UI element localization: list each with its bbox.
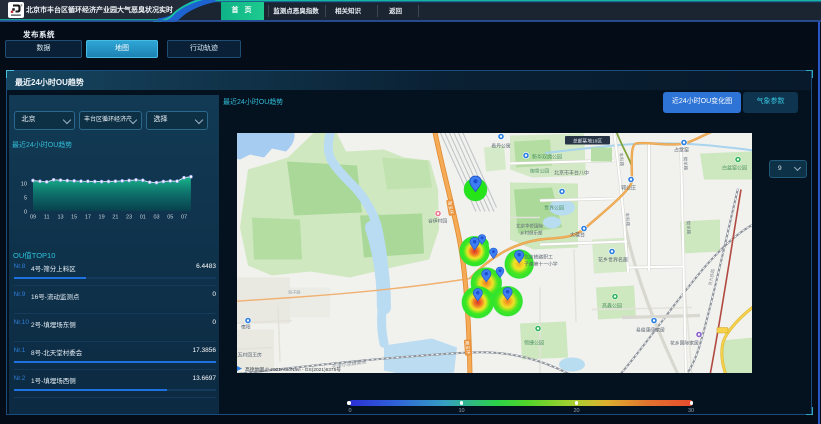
svg-text:御景公园: 御景公园 (530, 167, 549, 174)
svg-text:高德地图 © 2021AutoNavi - GS(2021): 高德地图 © 2021AutoNavi - GS(2021)6375号 (245, 366, 341, 373)
svg-text:白盆窑公园: 白盆窑公园 (722, 164, 747, 171)
svg-text:谷伊村园: 谷伊村园 (428, 217, 447, 224)
svg-text:0: 0 (24, 210, 27, 216)
svg-text:花乡世界名居: 花乡世界名居 (598, 256, 628, 263)
svg-text:03: 03 (153, 215, 159, 221)
svg-text:09: 09 (30, 215, 36, 221)
svg-text:07: 07 (181, 215, 187, 221)
svg-text:看丹公寓: 看丹公寓 (491, 142, 510, 149)
svg-text:世界公园: 世界公园 (544, 204, 564, 211)
svg-text:领捷公园: 领捷公园 (524, 339, 544, 346)
svg-text:17: 17 (85, 215, 91, 221)
svg-text:北京铁路职工: 北京铁路职工 (524, 253, 553, 260)
svg-text:子弟第十一小学: 子弟第十一小学 (524, 260, 558, 267)
svg-text:10: 10 (21, 182, 27, 188)
svg-text:大葆台: 大葆台 (570, 231, 585, 238)
svg-text:19: 19 (99, 215, 105, 221)
svg-text:花乡国际家居: 花乡国际家居 (670, 339, 699, 346)
svg-text:缸瓦村回王房: 缸瓦村回王房 (237, 351, 262, 358)
svg-text:01: 01 (140, 215, 146, 221)
svg-text:占堂窑: 占堂窑 (674, 146, 689, 153)
svg-text:海子路: 海子路 (288, 288, 301, 295)
svg-text:05: 05 (167, 215, 173, 221)
svg-text:21: 21 (112, 215, 118, 221)
svg-text:总部基地18区: 总部基地18区 (573, 137, 603, 144)
svg-text:乡村俱乐部: 乡村俱乐部 (520, 229, 543, 236)
svg-text:新华双拥公园: 新华双拥公园 (532, 153, 562, 160)
svg-text:13: 13 (57, 215, 63, 221)
svg-text:易俊康阔家居: 易俊康阔家居 (636, 326, 665, 333)
svg-text:23: 23 (126, 215, 132, 221)
svg-text:5: 5 (24, 196, 27, 202)
svg-text:北京市丰台八中: 北京市丰台八中 (554, 169, 589, 176)
svg-text:15: 15 (71, 215, 77, 221)
svg-text:高鑫公园: 高鑫公园 (602, 302, 622, 309)
svg-text:宿阳: 宿阳 (241, 323, 251, 330)
svg-text:北京华侨国际: 北京华侨国际 (516, 222, 543, 229)
svg-text:11: 11 (44, 215, 50, 221)
svg-text:郭公庄: 郭公庄 (621, 184, 636, 191)
